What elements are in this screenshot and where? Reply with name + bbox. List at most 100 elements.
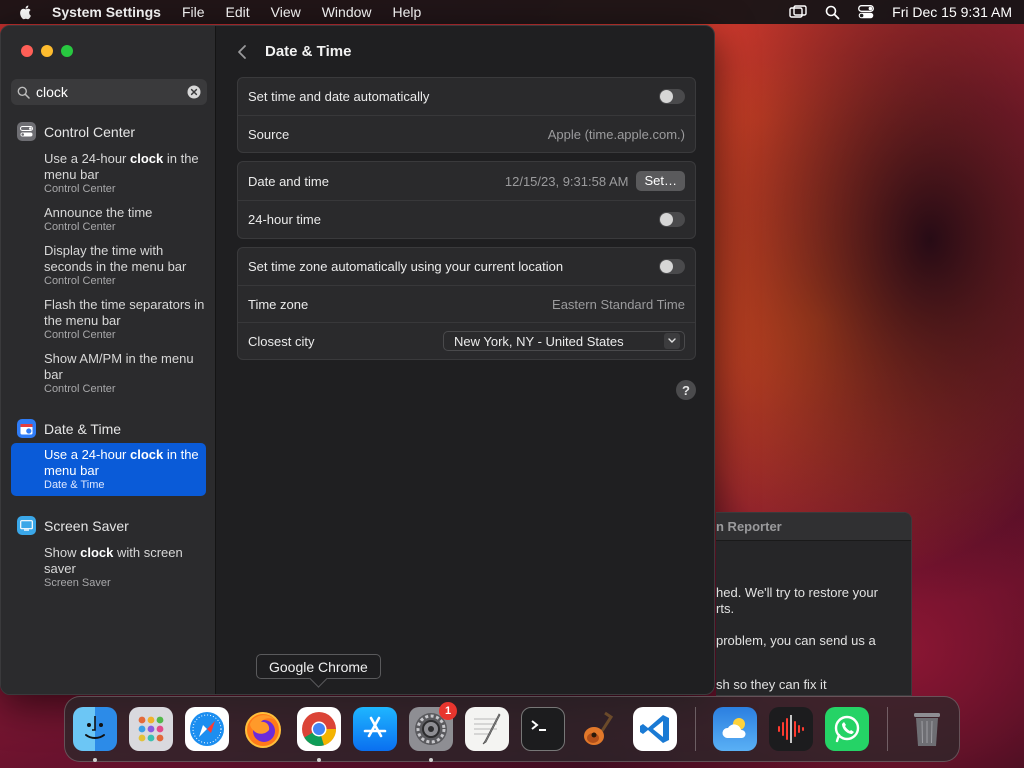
help-button[interactable]: ? — [676, 380, 696, 400]
section-title: Date & Time — [44, 420, 122, 437]
launchpad-icon[interactable] — [129, 707, 173, 751]
row-source: Source Apple (time.apple.com.) — [238, 115, 695, 152]
vscode-icon[interactable] — [633, 707, 677, 751]
time-zone-value: Eastern Standard Time — [552, 296, 685, 312]
search-result-item[interactable]: Announce the time Control Center — [11, 205, 206, 234]
search-icon — [17, 86, 30, 99]
back-chevron-icon[interactable] — [237, 44, 247, 60]
trash-icon[interactable] — [905, 707, 949, 751]
textedit-icon[interactable] — [465, 707, 509, 751]
spotlight-search-icon[interactable] — [825, 5, 840, 20]
clear-search-icon[interactable] — [187, 85, 201, 99]
result-category: Date & Time — [44, 479, 105, 491]
row-24-hour-time: 24-hour time — [238, 200, 695, 238]
result-text: Announce the time — [44, 205, 153, 220]
running-indicator — [429, 758, 433, 762]
screen-mirroring-icon[interactable] — [789, 5, 807, 19]
menu-file[interactable]: File — [182, 4, 205, 20]
settings-card-time-zone: Set time zone automatically using your c… — [237, 247, 696, 360]
menu-window[interactable]: Window — [322, 4, 372, 20]
whatsapp-icon[interactable] — [825, 707, 869, 751]
search-result-item[interactable]: Display the time with seconds in the men… — [11, 243, 206, 288]
section-screen-saver[interactable]: Screen Saver — [17, 516, 129, 535]
menu-view[interactable]: View — [271, 4, 301, 20]
finder-icon[interactable] — [73, 707, 117, 751]
app-store-icon[interactable] — [353, 707, 397, 751]
result-category: Control Center — [44, 275, 116, 287]
menu-bar-clock[interactable]: Fri Dec 15 9:31 AM — [892, 4, 1012, 20]
control-center-icon — [17, 122, 36, 141]
search-input[interactable]: clock — [36, 84, 187, 100]
row-closest-city: Closest city New York, NY - United State… — [238, 322, 695, 359]
system-settings-icon[interactable]: 1 — [409, 702, 457, 751]
reporter-text: sh so they can fix it — [716, 677, 827, 692]
firefox-icon[interactable] — [241, 707, 285, 751]
result-text: Use a 24-hour — [44, 447, 130, 462]
garageband-icon[interactable] — [577, 707, 621, 751]
section-date-time[interactable]: Date & Time — [17, 419, 121, 438]
settings-card-date-time: Date and time 12/15/23, 9:31:58 AM Set… … — [237, 161, 696, 239]
result-text: Show AM/PM in the menu bar — [44, 351, 194, 382]
row-label: 24-hour time — [248, 212, 321, 227]
result-text: Use a 24-hour — [44, 151, 130, 166]
section-title: Screen Saver — [44, 517, 129, 534]
dock-separator — [695, 707, 696, 751]
running-indicator — [317, 758, 321, 762]
closest-city-value: New York, NY - United States — [454, 333, 624, 349]
voice-memos-icon[interactable] — [769, 707, 813, 751]
menu-help[interactable]: Help — [393, 4, 422, 20]
close-button[interactable] — [21, 45, 33, 57]
result-category: Control Center — [44, 183, 116, 195]
safari-icon[interactable] — [185, 707, 229, 751]
result-text: Flash the time separators in the menu ba… — [44, 297, 205, 328]
result-text: Show — [44, 545, 81, 560]
row-label: Closest city — [248, 333, 315, 349]
search-result-item[interactable]: Show clock with screen saver Screen Save… — [11, 545, 206, 590]
dock: 1 — [64, 696, 960, 762]
control-center-icon[interactable] — [858, 5, 875, 19]
result-highlight: clock — [130, 151, 164, 166]
row-label: Time zone — [248, 296, 309, 312]
search-result-item-selected[interactable]: Use a 24-hour clock in the menu bar Date… — [11, 443, 206, 496]
weather-icon[interactable] — [713, 707, 757, 751]
chrome-icon[interactable] — [297, 707, 341, 751]
row-label: Date and time — [248, 173, 329, 189]
result-text: Display the time with seconds in the men… — [44, 243, 187, 274]
minimize-button[interactable] — [41, 45, 53, 57]
zoom-button[interactable] — [61, 45, 73, 57]
dock-tooltip: Google Chrome — [256, 654, 381, 679]
result-category: Screen Saver — [44, 577, 111, 589]
problem-reporter-window: n Reporter hed. We'll try to restore you… — [716, 512, 912, 696]
section-control-center[interactable]: Control Center — [17, 122, 135, 141]
closest-city-select[interactable]: New York, NY - United States — [443, 331, 685, 351]
date-time-icon — [17, 419, 36, 438]
running-indicator — [93, 758, 97, 762]
toggle-set-automatically[interactable] — [659, 89, 685, 104]
search-field[interactable]: clock — [11, 79, 207, 105]
system-settings-window: clock Control Center Use a 24-hour clock… — [0, 25, 715, 695]
row-date-and-time: Date and time 12/15/23, 9:31:58 AM Set… — [238, 162, 695, 200]
terminal-icon[interactable] — [521, 707, 565, 751]
sidebar: clock Control Center Use a 24-hour clock… — [1, 26, 216, 694]
row-time-zone: Time zone Eastern Standard Time — [238, 285, 695, 322]
toggle-tz-automatic[interactable] — [659, 259, 685, 274]
search-result-item[interactable]: Flash the time separators in the menu ba… — [11, 297, 206, 342]
menu-app-name[interactable]: System Settings — [52, 4, 161, 20]
menu-edit[interactable]: Edit — [226, 4, 250, 20]
set-date-time-button[interactable]: Set… — [636, 171, 685, 191]
apple-logo-icon[interactable] — [18, 4, 34, 20]
screen-saver-icon — [17, 516, 36, 535]
row-label: Set time zone automatically using your c… — [248, 259, 564, 274]
result-category: Control Center — [44, 221, 116, 233]
section-title: Control Center — [44, 123, 136, 140]
toggle-24-hour-time[interactable] — [659, 212, 685, 227]
reporter-title: n Reporter — [716, 513, 911, 541]
search-result-item[interactable]: Show AM/PM in the menu bar Control Cente… — [11, 351, 206, 396]
result-category: Control Center — [44, 383, 116, 395]
menu-bar: System Settings File Edit View Window He… — [0, 0, 1024, 24]
search-result-item[interactable]: Use a 24-hour clock in the menu bar Cont… — [11, 151, 206, 196]
row-set-automatically: Set time and date automatically — [238, 78, 695, 115]
settings-card-time-source: Set time and date automatically Source A… — [237, 77, 696, 153]
row-label: Source — [248, 126, 290, 142]
result-highlight: clock — [80, 545, 114, 560]
